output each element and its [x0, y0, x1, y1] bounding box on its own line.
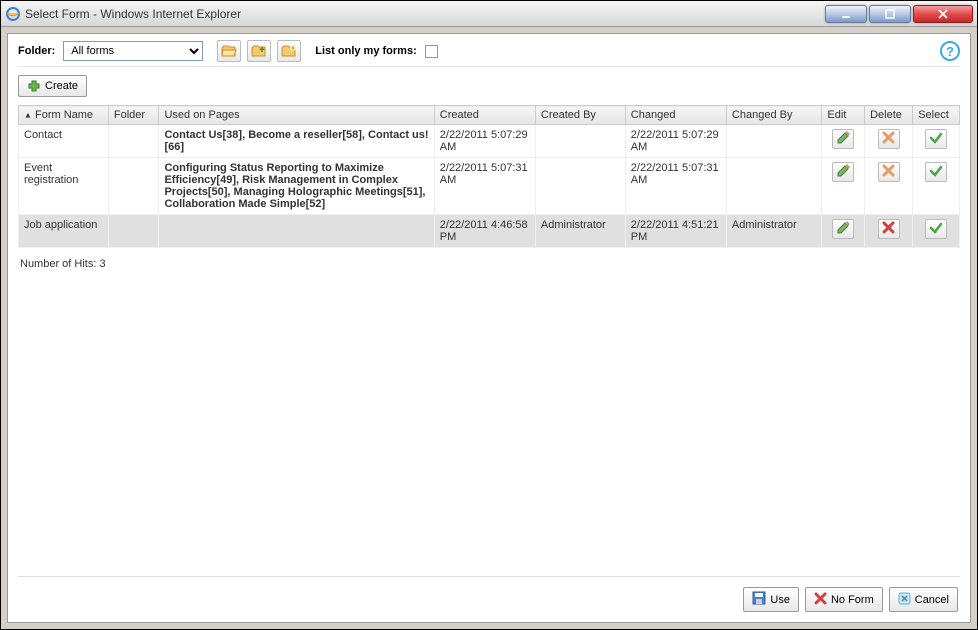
cancel-button[interactable]: Cancel — [889, 587, 958, 612]
table-row[interactable]: Contact Contact Us[38], Become a reseller… — [19, 125, 960, 158]
delete-icon — [882, 164, 895, 180]
plus-icon — [27, 79, 41, 93]
col-form-name[interactable]: ▲ Form Name — [19, 106, 109, 125]
titlebar[interactable]: Select Form - Windows Internet Explorer — [1, 1, 977, 27]
delete-icon — [882, 221, 895, 237]
folder-select[interactable]: All forms — [63, 41, 203, 61]
no-form-label: No Form — [831, 594, 874, 606]
edit-button[interactable] — [832, 129, 854, 149]
create-label: Create — [45, 80, 78, 92]
cell-created: 2/22/2011 5:07:31 AM — [434, 158, 535, 215]
forms-table: ▲ Form Name Folder Used on Pages Created… — [18, 105, 960, 248]
list-only-label: List only my forms: — [315, 45, 416, 57]
toolbar: Folder: All forms — [18, 40, 960, 67]
cell-created-by — [535, 158, 625, 215]
window-title: Select Form - Windows Internet Explorer — [25, 7, 825, 21]
cell-usage: Configuring Status Reporting to Maximize… — [159, 158, 434, 215]
list-only-checkbox[interactable] — [425, 45, 438, 58]
col-created[interactable]: Created — [434, 106, 535, 125]
col-changed-by[interactable]: Changed By — [726, 106, 822, 125]
col-edit: Edit — [822, 106, 865, 125]
hits-info: Number of Hits: 3 — [18, 248, 960, 280]
pencil-icon — [836, 164, 850, 181]
help-button[interactable]: ? — [940, 41, 960, 61]
cell-changed: 2/22/2011 4:51:21 PM — [625, 215, 726, 248]
edit-button[interactable] — [832, 219, 854, 239]
cell-created: 2/22/2011 5:07:29 AM — [434, 125, 535, 158]
delete-button[interactable] — [878, 129, 900, 149]
no-form-button[interactable]: No Form — [805, 587, 883, 612]
pencil-icon — [836, 221, 850, 238]
cell-usage — [159, 215, 434, 248]
edit-button[interactable] — [832, 162, 854, 182]
col-select: Select — [913, 106, 960, 125]
cell-changed: 2/22/2011 5:07:29 AM — [625, 125, 726, 158]
delete-button[interactable] — [878, 162, 900, 182]
pencil-icon — [836, 131, 850, 148]
minimize-button[interactable] — [825, 5, 867, 23]
create-button[interactable]: Create — [18, 75, 87, 97]
maximize-button[interactable] — [869, 5, 911, 23]
cell-created: 2/22/2011 4:46:58 PM — [434, 215, 535, 248]
cell-created-by: Administrator — [535, 215, 625, 248]
cancel-label: Cancel — [915, 594, 949, 606]
col-created-by[interactable]: Created By — [535, 106, 625, 125]
cell-form-name: Event registration — [19, 158, 109, 215]
col-folder[interactable]: Folder — [108, 106, 159, 125]
cell-created-by — [535, 125, 625, 158]
cell-changed-by — [726, 158, 822, 215]
cell-form-name: Contact — [19, 125, 109, 158]
use-button[interactable]: Use — [743, 587, 799, 612]
col-delete: Delete — [865, 106, 913, 125]
folder-label: Folder: — [18, 45, 55, 57]
delete-button[interactable] — [878, 219, 900, 239]
cell-usage: Contact Us[38], Become a reseller[58], C… — [159, 125, 434, 158]
sort-asc-icon: ▲ — [24, 111, 32, 120]
cell-folder — [108, 158, 159, 215]
select-button[interactable] — [925, 162, 947, 182]
check-icon — [929, 221, 943, 238]
table-header-row: ▲ Form Name Folder Used on Pages Created… — [19, 106, 960, 125]
col-changed[interactable]: Changed — [625, 106, 726, 125]
use-label: Use — [770, 594, 790, 606]
check-icon — [929, 131, 943, 148]
close-button[interactable] — [913, 5, 973, 23]
save-icon — [752, 591, 766, 608]
bottom-button-bar: Use No Form Cancel — [18, 577, 960, 612]
window: Select Form - Windows Internet Explorer … — [0, 0, 978, 630]
cell-folder — [108, 125, 159, 158]
new-folder-button[interactable] — [277, 40, 301, 62]
select-button[interactable] — [925, 129, 947, 149]
cell-changed-by: Administrator — [726, 215, 822, 248]
x-blue-icon — [898, 592, 911, 608]
select-button[interactable] — [925, 219, 947, 239]
cell-changed: 2/22/2011 5:07:31 AM — [625, 158, 726, 215]
open-folder-button[interactable] — [217, 40, 241, 62]
content-frame: Folder: All forms — [7, 33, 971, 623]
x-red-icon — [814, 592, 827, 608]
folder-up-button[interactable] — [247, 40, 271, 62]
delete-icon — [882, 131, 895, 147]
ie-icon — [5, 6, 21, 22]
table-row[interactable]: Job application2/22/2011 4:46:58 PMAdmin… — [19, 215, 960, 248]
cell-folder — [108, 215, 159, 248]
check-icon — [929, 164, 943, 181]
cell-form-name: Job application — [19, 215, 109, 248]
col-usage[interactable]: Used on Pages — [159, 106, 434, 125]
table-row[interactable]: Event registration Configuring Status Rep… — [19, 158, 960, 215]
cell-changed-by — [726, 125, 822, 158]
